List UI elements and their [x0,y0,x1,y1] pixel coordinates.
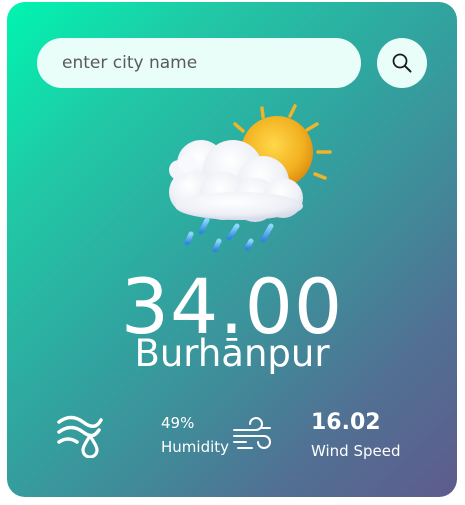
search-icon [392,53,412,73]
city-search-input[interactable] [37,38,361,88]
wind-info: 16.02 Wind Speed [311,408,401,462]
wind-icon [233,417,271,449]
wind-speed-label: Wind Speed [311,442,401,460]
humidity-icon [57,415,103,458]
sun-cloud-rain-icon [169,104,332,253]
humidity-value: 49% [161,414,195,432]
humidity-info: 49% Humidity [161,412,229,458]
humidity-label: Humidity [161,438,230,456]
search-button[interactable] [377,38,427,88]
weather-card: 34.00 Burhānpur 49% Humidity 16.02 Wind … [7,2,457,497]
city-name: Burhānpur [134,332,330,375]
wind-speed-value: 16.02 [311,410,381,435]
